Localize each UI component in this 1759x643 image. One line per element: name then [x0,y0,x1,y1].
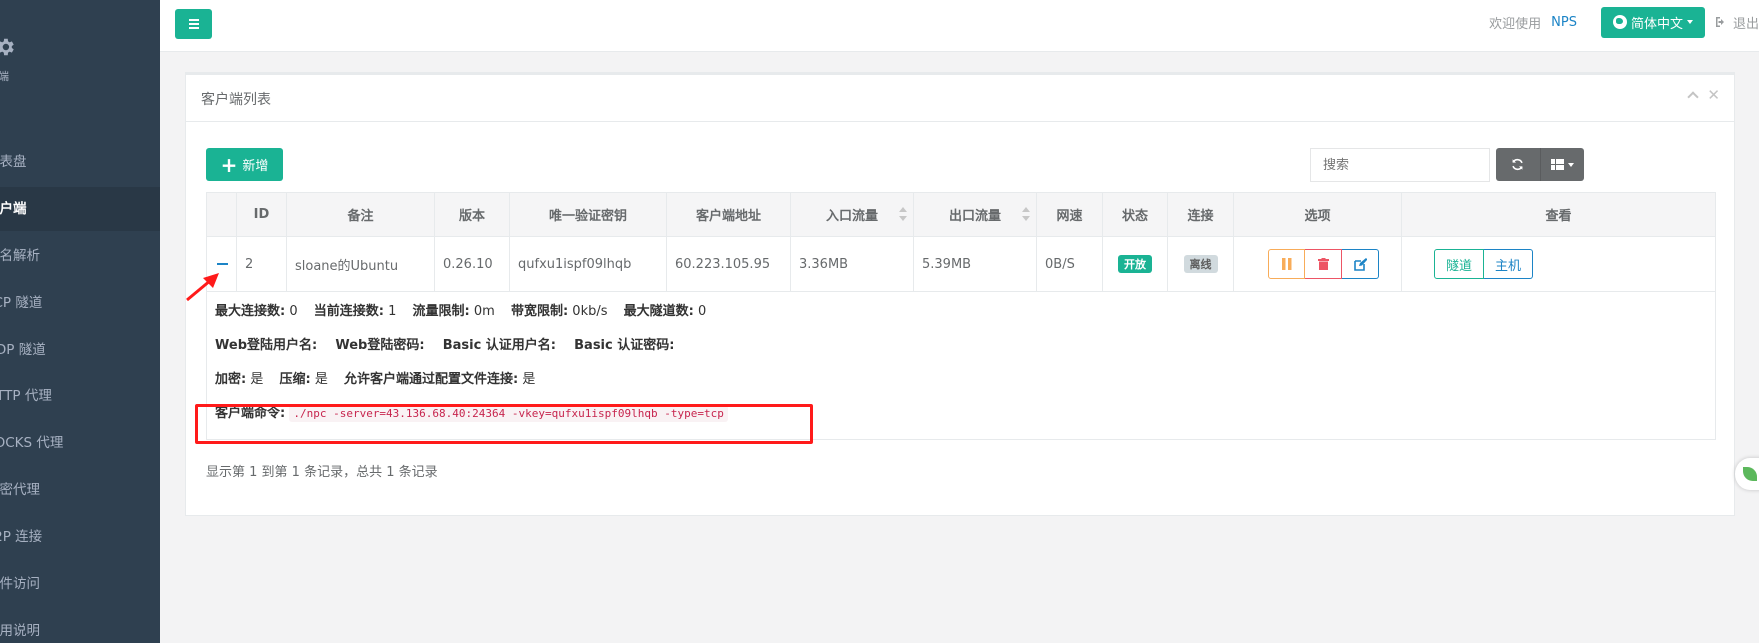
sidebar-item-help[interactable]: 使用说明 [0,609,160,643]
brand-fragment: 端 [0,70,9,83]
col-remark[interactable]: 备注 [286,192,435,237]
globe-icon [1612,15,1627,29]
pagination-info: 显示第 1 到第 1 条记录，总共 1 条记录 [206,465,438,480]
pause-button[interactable] [1268,249,1305,279]
refresh-icon [1512,158,1523,171]
col-speed[interactable]: 网速 [1036,192,1103,237]
topbar-right: 欢迎使用 NPS 简体中文 退出 [1489,0,1759,44]
sidebar-item-client[interactable]: 客户端 [0,187,160,231]
panel-tools: ✕ [1687,88,1720,103]
edit-button[interactable] [1342,249,1379,279]
language-dropdown[interactable]: 简体中文 [1600,6,1705,38]
panel-title: 客户端列表 [201,92,271,108]
status-badge: 开放 [1118,255,1152,273]
cell-version: 0.26.10 [434,236,510,292]
sidebar-item-tcp[interactable]: TCP 隧道 [0,281,160,325]
table-toolbar [1496,148,1584,181]
cell-vkey: qufxu1ispf09lhqb [509,236,667,292]
language-label: 简体中文 [1630,16,1683,32]
edit-icon [1353,257,1367,271]
pause-icon [1281,258,1291,270]
col-in-flow[interactable]: 入口流量 [790,192,914,237]
columns-icon [1550,159,1564,170]
view-group: 隧道 主机 [1434,249,1534,279]
table-row: 2 sloane的Ubuntu 0.26.10 qufxu1ispf09lhqb… [206,236,1716,292]
cell-address: 60.223.105.95 [666,236,791,292]
sidebar-item-file[interactable]: 文件访问 [0,562,160,606]
sidebar: 端 仪表盘 客户端 域名解析 TCP 隧道 UDP 隧道 HTTP 代理 SOC… [0,0,160,643]
add-client-button[interactable]: + 新增 [206,148,283,181]
sidebar-item-secret[interactable]: 私密代理 [0,468,160,512]
cell-out-flow: 5.39MB [913,236,1037,292]
detail-auth: Web登陆用户名: Web登陆密码: Basic 认证用户名: Basic 认证… [215,338,675,353]
plus-icon: + [220,152,238,177]
cell-view: 隧道 主机 [1401,236,1716,292]
col-connection[interactable]: 连接 [1167,192,1234,237]
table-header-row: ID 备注 版本 唯一验证密钥 客户端地址 入口流量 出口流量 网速 状态 连接… [206,192,1716,237]
cell-connection: 离线 [1167,236,1234,292]
detail-flags: 加密: 是 压缩: 是 允许客户端通过配置文件连接: 是 [215,372,536,387]
col-vkey[interactable]: 唯一验证密钥 [509,192,667,237]
options-group [1268,249,1379,279]
col-status[interactable]: 状态 [1102,192,1168,237]
sidebar-item-udp[interactable]: UDP 隧道 [0,328,160,372]
client-table: ID 备注 版本 唯一验证密钥 客户端地址 入口流量 出口流量 网速 状态 连接… [206,192,1716,440]
col-version[interactable]: 版本 [434,192,510,237]
minus-icon[interactable] [217,263,228,265]
highlight-box [195,404,813,444]
search-input[interactable] [1310,148,1490,182]
sidebar-item-http[interactable]: HTTP 代理 [0,374,160,418]
sign-out-icon [1715,16,1724,28]
host-button[interactable]: 主机 [1484,249,1534,279]
topbar: 欢迎使用 NPS 简体中文 退出 [160,0,1759,52]
caret-down-icon [1567,162,1574,167]
floating-leaf-icon[interactable] [1735,458,1759,490]
sidebar-item-socks[interactable]: SOCKS 代理 [0,421,160,465]
cell-options [1233,236,1402,292]
sidebar-item-domain[interactable]: 域名解析 [0,234,160,278]
cell-id: 2 [236,236,287,292]
welcome-text: 欢迎使用 [1489,16,1542,32]
caret-down-icon [1686,20,1693,24]
logout-label: 退出 [1732,16,1759,32]
annotation-arrow-icon [186,273,219,302]
menu-toggle-button[interactable] [175,9,212,39]
sidebar-item-dashboard[interactable]: 仪表盘 [0,140,160,184]
sidebar-item-p2p[interactable]: P2P 连接 [0,515,160,559]
col-expand [206,192,237,237]
trash-icon [1317,258,1329,270]
client-list-panel: 客户端列表 ✕ + 新增 ID 备注 版本 唯一验证密钥 客户端地址 [185,72,1735,516]
collapse-icon[interactable] [1687,91,1700,103]
add-label: 新增 [242,159,269,174]
gear-icon [0,38,14,56]
cell-speed: 0B/S [1036,236,1103,292]
panel-header: 客户端列表 ✕ [186,75,1734,122]
close-icon[interactable]: ✕ [1707,88,1720,103]
delete-button[interactable] [1305,249,1342,279]
refresh-button[interactable] [1496,148,1541,181]
detail-limits: 最大连接数: 0 当前连接数: 1 流量限制: 0m 带宽限制: 0kb/s 最… [215,304,707,319]
logout-link[interactable]: 退出 [1715,13,1759,32]
col-out-flow[interactable]: 出口流量 [913,192,1037,237]
cell-status: 开放 [1102,236,1168,292]
col-view[interactable]: 查看 [1401,192,1716,237]
col-address[interactable]: 客户端地址 [666,192,791,237]
app-name-link[interactable]: NPS [1551,15,1577,30]
tunnel-button[interactable]: 隧道 [1434,249,1485,279]
cell-in-flow: 3.36MB [790,236,914,292]
connection-badge: 离线 [1183,255,1218,273]
cell-remark: sloane的Ubuntu [286,236,435,292]
col-id[interactable]: ID [236,192,287,237]
columns-toggle-button[interactable] [1541,148,1585,181]
col-options[interactable]: 选项 [1233,192,1402,237]
